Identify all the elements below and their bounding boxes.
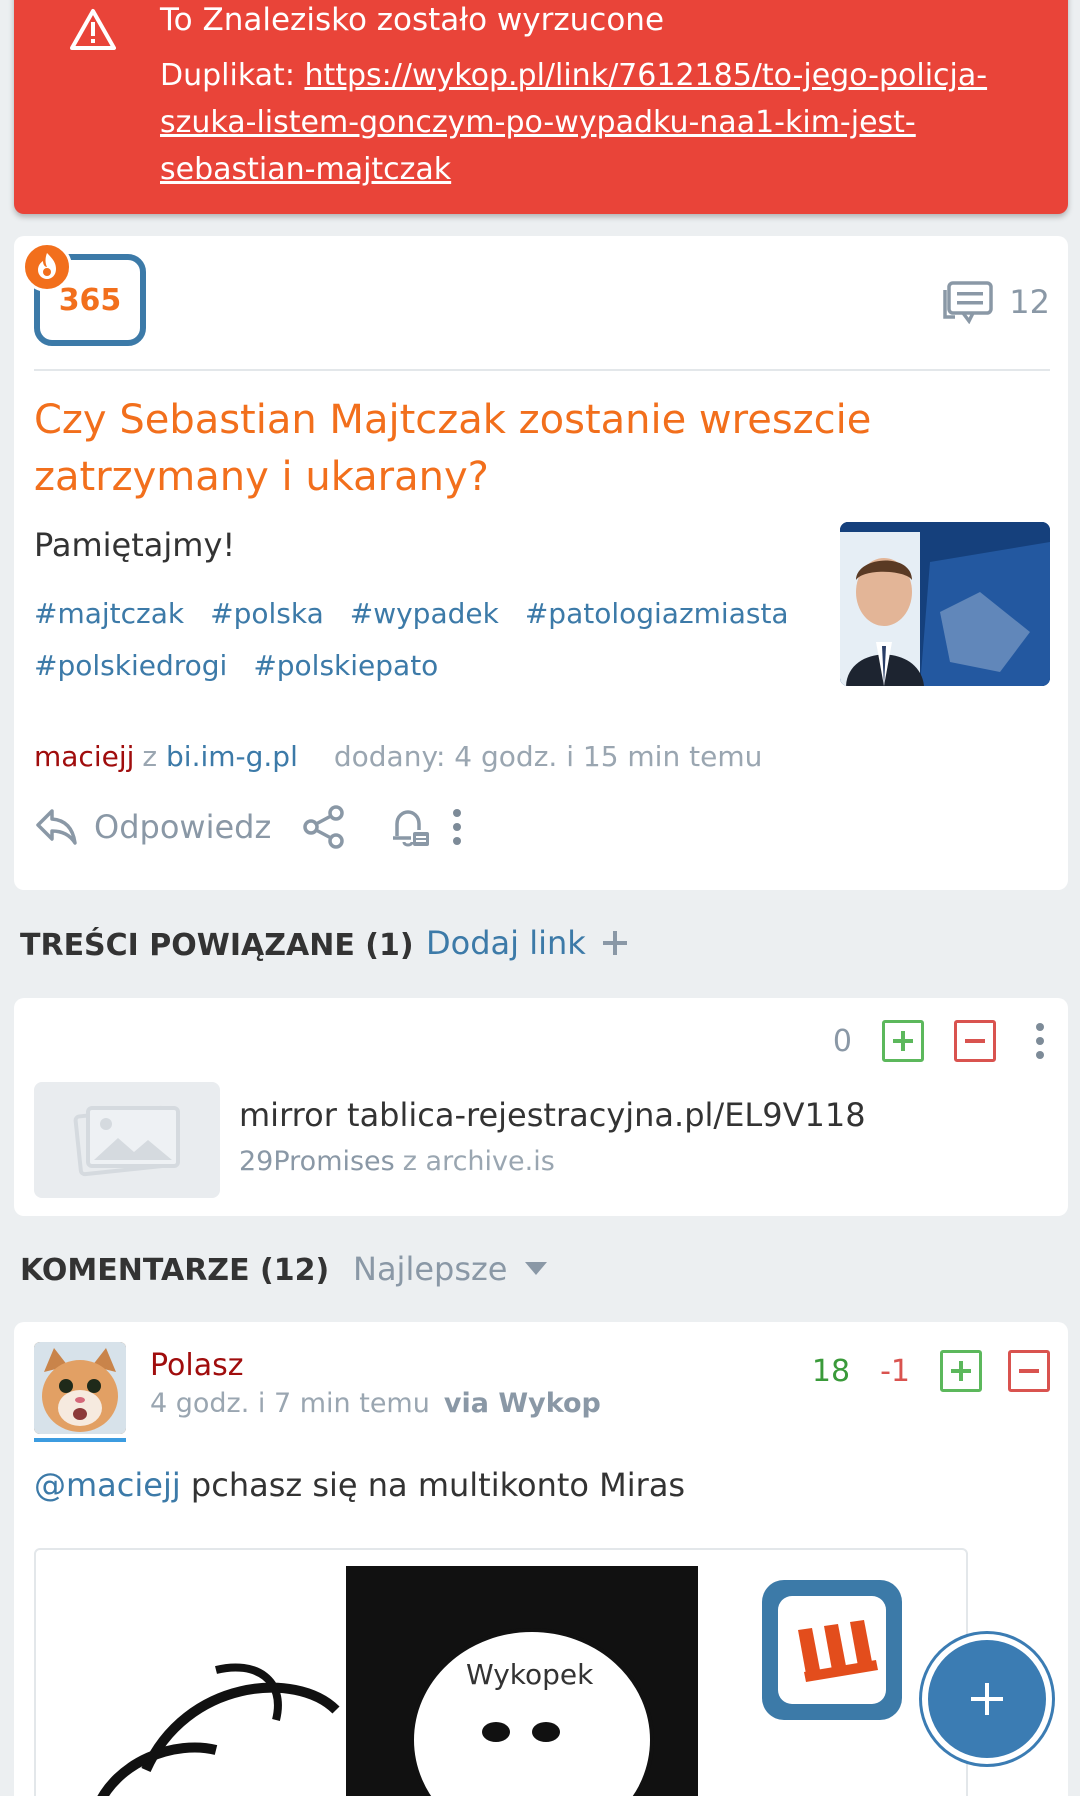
fire-icon bbox=[22, 242, 72, 292]
alert-duplicate-prefix: Duplikat: bbox=[160, 58, 305, 93]
add-button[interactable] bbox=[922, 1634, 1052, 1764]
upvote-button[interactable] bbox=[940, 1350, 982, 1392]
related-vote-controls: 0 bbox=[833, 1020, 1044, 1062]
tag[interactable]: #wypadek bbox=[350, 597, 499, 630]
reply-icon bbox=[36, 809, 77, 845]
post-added-time: dodany: 4 godz. i 15 min temu bbox=[333, 740, 763, 773]
related-item-card: 0 mirror tablica-rejestracyjna.pl/EL9V11… bbox=[14, 998, 1068, 1216]
comment-via: via Wykop bbox=[443, 1388, 601, 1419]
plus-icon bbox=[602, 931, 627, 955]
image-placeholder-icon[interactable] bbox=[34, 1082, 220, 1198]
sort-label: Najlepsze bbox=[353, 1250, 508, 1288]
warning-icon bbox=[70, 9, 116, 50]
notification-bell-icon[interactable] bbox=[387, 804, 433, 850]
post-source[interactable]: bi.im-g.pl bbox=[166, 740, 298, 773]
comment-vote-controls: 18 -1 bbox=[812, 1350, 1050, 1392]
alert-body: Duplikat: https://wykop.pl/link/7612185/… bbox=[160, 52, 1060, 193]
post-title[interactable]: Czy Sebastian Majtczak zostanie wreszcie… bbox=[34, 392, 934, 506]
post-actions: Odpowiedz bbox=[34, 804, 462, 850]
post-author[interactable]: maciejj bbox=[34, 740, 134, 773]
post-meta: maciejj z bi.im-g.pl dodany: 4 godz. i 15 … bbox=[34, 740, 762, 773]
avatar[interactable] bbox=[34, 1342, 126, 1434]
comments-heading: KOMENTARZE (12) bbox=[20, 1253, 330, 1288]
tag-list: #majtczak #polska #wypadek #patologiazmiast… bbox=[34, 588, 789, 692]
post-card: 365 12 Czy Sebastian Majtczak zostanie w… bbox=[14, 236, 1068, 890]
add-link-button[interactable]: Dodaj link bbox=[426, 924, 628, 962]
from-word: z bbox=[142, 740, 158, 773]
downvote-button[interactable] bbox=[954, 1020, 996, 1062]
upvote-button[interactable] bbox=[882, 1020, 924, 1062]
removed-alert-banner: To Znalezisko zostało wyrzucone Duplikat… bbox=[14, 0, 1068, 214]
comment-author[interactable]: Polasz bbox=[150, 1348, 243, 1383]
add-link-label: Dodaj link bbox=[426, 924, 586, 962]
related-author[interactable]: 29Promises bbox=[239, 1146, 395, 1177]
reply-label: Odpowiedz bbox=[94, 808, 272, 846]
tag[interactable]: #polska bbox=[210, 597, 324, 630]
comment-image[interactable]: Wykopek bbox=[34, 1548, 968, 1796]
comment-upvotes: 18 bbox=[811, 1353, 851, 1389]
comment-body: pchasz się na multikonto Miras bbox=[180, 1466, 686, 1504]
comment-card: Polasz 4 godz. i 7 min temu via Wykop 18 … bbox=[14, 1322, 1068, 1796]
plus-icon bbox=[971, 1683, 1003, 1715]
alert-title: To Znalezisko zostało wyrzucone bbox=[160, 2, 665, 38]
post-thumbnail[interactable] bbox=[840, 522, 1050, 686]
tag[interactable]: #polskiedrogi bbox=[34, 649, 227, 682]
from-word: z bbox=[402, 1146, 417, 1177]
comments-count: 12 bbox=[1009, 283, 1050, 321]
related-score: 0 bbox=[832, 1023, 852, 1059]
reply-button[interactable]: Odpowiedz bbox=[34, 807, 271, 847]
sort-dropdown[interactable]: Najlepsze bbox=[353, 1250, 548, 1288]
comment-meta: 4 godz. i 7 min temu via Wykop bbox=[150, 1388, 601, 1419]
comment-downvotes: -1 bbox=[880, 1353, 910, 1389]
downvote-button[interactable] bbox=[1008, 1350, 1050, 1392]
comment-time: 4 godz. i 7 min temu bbox=[150, 1388, 430, 1419]
comment-text: @maciejj pchasz się na multikonto Miras bbox=[34, 1466, 685, 1504]
mention-link[interactable]: @maciejj bbox=[34, 1466, 181, 1504]
divider bbox=[34, 369, 1050, 371]
post-description: Pamiętajmy! bbox=[34, 526, 236, 564]
related-heading: TREŚCI POWIĄZANE (1) bbox=[20, 928, 414, 963]
chevron-down-icon bbox=[525, 1262, 548, 1275]
share-icon[interactable] bbox=[301, 804, 347, 850]
more-options-icon[interactable] bbox=[1036, 1023, 1044, 1059]
image-caption: Wykopek bbox=[466, 1658, 594, 1691]
tag[interactable]: #polskiepato bbox=[253, 649, 438, 682]
related-source[interactable]: archive.is bbox=[426, 1146, 555, 1177]
avatar-underline bbox=[34, 1438, 126, 1442]
comment-icon bbox=[943, 281, 994, 324]
tag[interactable]: #majtczak bbox=[34, 597, 184, 630]
comments-counter[interactable]: 12 bbox=[941, 280, 1050, 324]
related-title[interactable]: mirror tablica-rejestracyjna.pl/EL9V118 bbox=[239, 1096, 866, 1134]
more-options-icon[interactable] bbox=[453, 809, 462, 845]
related-meta: 29Promises z archive.is bbox=[239, 1146, 555, 1177]
tag[interactable]: #patologiazmiasta bbox=[525, 597, 789, 630]
